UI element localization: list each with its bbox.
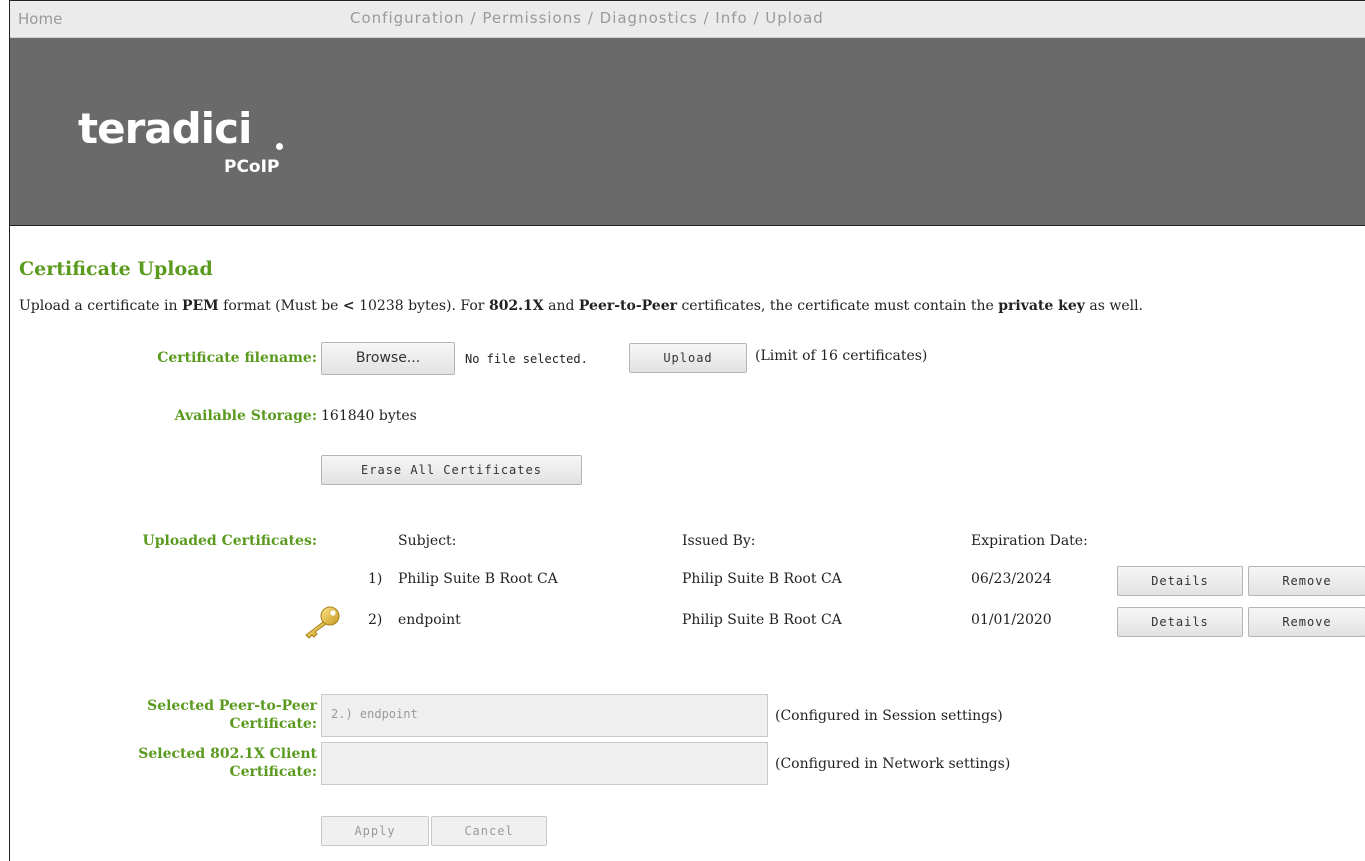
browse-button[interactable]: Browse... <box>321 342 455 375</box>
nav-separator: / <box>747 9 766 27</box>
nav-separator: / <box>464 9 483 27</box>
nav-link-configuration[interactable]: Configuration <box>350 9 465 27</box>
page-title: Certificate Upload <box>19 258 213 280</box>
certificate-issuer: Philip Suite B Root CA <box>682 571 842 587</box>
nav-home-link[interactable]: Home <box>18 10 62 28</box>
upload-button[interactable]: Upload <box>629 343 747 373</box>
details-button[interactable]: Details <box>1117 566 1243 596</box>
p2p-configured-note: (Configured in Session settings) <box>775 708 1003 724</box>
available-storage-label: Available Storage: <box>174 408 317 424</box>
nav-link-upload[interactable]: Upload <box>765 9 824 27</box>
erase-all-certificates-button[interactable]: Erase All Certificates <box>321 455 582 485</box>
certificate-subject: endpoint <box>398 612 461 628</box>
column-header-issued-by: Issued By: <box>682 533 756 549</box>
nav-menu: Configuration / Permissions / Diagnostic… <box>350 9 824 27</box>
column-header-subject: Subject: <box>398 533 457 549</box>
private-key-icon <box>305 606 340 639</box>
nav-link-permissions[interactable]: Permissions <box>482 9 582 27</box>
nav-separator: / <box>582 9 600 27</box>
header-banner: teradici PCoIP <box>10 38 1365 226</box>
selected-8021x-certificate-label: Selected 802.1X Client Certificate: <box>138 746 317 780</box>
certificate-number: 1) <box>368 571 383 587</box>
logo-wordmark: teradici <box>78 104 252 153</box>
nav-link-info[interactable]: Info <box>715 9 747 27</box>
available-storage-value: 161840 bytes <box>321 408 417 424</box>
certificate-number: 2) <box>368 612 383 628</box>
page-frame: Home Configuration / Permissions / Diagn… <box>9 0 1365 861</box>
8021x-configured-note: (Configured in Network settings) <box>775 756 1011 772</box>
page-description: Upload a certificate in PEM format (Must… <box>19 298 1144 314</box>
certificate-expiration: 06/23/2024 <box>971 571 1052 587</box>
logo-registered-mark <box>276 143 283 150</box>
details-button[interactable]: Details <box>1117 607 1243 637</box>
apply-button[interactable]: Apply <box>321 816 429 846</box>
cancel-button[interactable]: Cancel <box>431 816 547 846</box>
selected-8021x-certificate-field[interactable] <box>321 742 768 785</box>
selected-p2p-certificate-label: Selected Peer-to-Peer Certificate: <box>147 698 317 732</box>
column-header-expiration: Expiration Date: <box>971 533 1088 549</box>
certificate-expiration: 01/01/2020 <box>971 612 1052 628</box>
certificate-filename-label: Certificate filename: <box>157 350 317 366</box>
logo-subtitle: PCoIP <box>224 157 280 177</box>
file-status-text: No file selected. <box>465 352 588 366</box>
selected-p2p-certificate-field[interactable]: 2.) endpoint <box>321 694 768 737</box>
certificate-issuer: Philip Suite B Root CA <box>682 612 842 628</box>
nav-link-diagnostics[interactable]: Diagnostics <box>600 9 698 27</box>
uploaded-certificates-label: Uploaded Certificates: <box>142 533 318 549</box>
top-nav: Home Configuration / Permissions / Diagn… <box>10 0 1365 38</box>
remove-button[interactable]: Remove <box>1248 607 1365 637</box>
certificate-subject: Philip Suite B Root CA <box>398 571 558 587</box>
certificate-limit-text: (Limit of 16 certificates) <box>755 348 928 364</box>
remove-button[interactable]: Remove <box>1248 566 1365 596</box>
nav-separator: / <box>697 9 716 27</box>
